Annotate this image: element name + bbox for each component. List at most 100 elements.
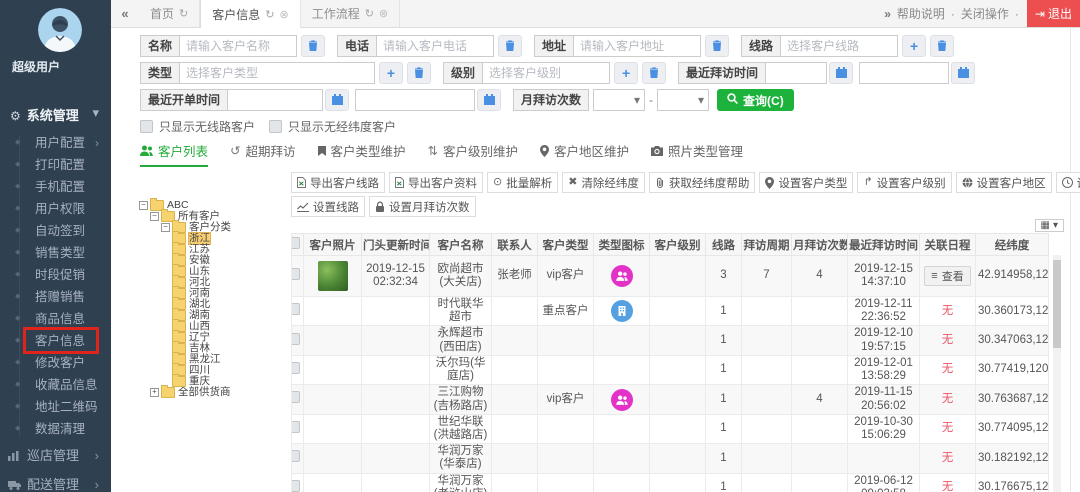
clear-address-button[interactable] (705, 35, 729, 57)
table-scrollbar[interactable] (1053, 255, 1061, 492)
sidebar-item[interactable]: ◆销售类型 (0, 242, 111, 264)
user-profile[interactable]: 超级用户 (0, 0, 111, 75)
monthly-visits-link[interactable] (792, 473, 848, 492)
monthly-visits-link[interactable] (792, 355, 848, 384)
workspace-tab[interactable]: 工作流程↻⊗ (301, 0, 400, 27)
search-button[interactable]: 查询(C) (717, 89, 794, 111)
clear-type-button[interactable] (407, 62, 431, 84)
help-link[interactable]: 帮助说明 (897, 5, 945, 22)
collapse-tabs-icon[interactable]: « (111, 0, 139, 27)
content-tab[interactable]: 照片类型管理 (651, 141, 743, 167)
sidebar-item[interactable]: ◆数据清理 (0, 418, 111, 440)
sidebar-item[interactable]: ◆客户信息 (0, 330, 111, 352)
column-header[interactable]: 最近拜访时间 (848, 234, 920, 256)
last-visit-from-input[interactable] (765, 62, 827, 84)
column-header[interactable]: 月拜访次数 (792, 234, 848, 256)
close-icon[interactable]: ⊗ (379, 7, 388, 20)
toolbar-button[interactable]: 设置客户地区 (956, 172, 1052, 193)
last-order-to-calendar-button[interactable] (477, 89, 501, 111)
workspace-tab[interactable]: 客户信息↻⊗ (200, 0, 300, 28)
tree-node[interactable]: 湖北 (135, 299, 291, 310)
monthly-visits-link[interactable] (792, 444, 848, 473)
table-row[interactable]: 华润万家(华泰店)1无30.182192,121. (292, 444, 1049, 473)
toolbar-button[interactable]: 导出客户线路 (291, 172, 385, 193)
toolbar-button[interactable]: 获取经纬度帮助 (649, 172, 756, 193)
tree-node[interactable]: 山东 (135, 266, 291, 277)
sidebar-item[interactable]: ◆自动签到 (0, 220, 111, 242)
monthly-visits-max-select[interactable]: ▾ (657, 89, 709, 111)
type-input[interactable] (179, 62, 375, 84)
column-header[interactable]: 客户级别 (650, 234, 706, 256)
sidebar-section-system[interactable]: ⚙系统管理 ▾ (0, 89, 111, 132)
tree-node[interactable]: 山西 (135, 321, 291, 332)
column-header[interactable]: 关联日程 (920, 234, 976, 256)
view-schedule-button[interactable]: ≡查看 (924, 266, 970, 286)
row-checkbox[interactable] (292, 450, 301, 462)
sidebar-item[interactable]: ◆搭赠销售 (0, 286, 111, 308)
monthly-visits-link[interactable] (792, 326, 848, 355)
add-type-button[interactable]: + (379, 62, 403, 84)
last-visit-to-calendar-button[interactable] (951, 62, 975, 84)
route-input[interactable] (780, 35, 898, 57)
name-input[interactable] (179, 35, 297, 57)
sidebar-item[interactable]: ◆打印配置 (0, 154, 111, 176)
column-header[interactable]: 经纬度 (976, 234, 1049, 256)
last-order-to-input[interactable] (355, 89, 475, 111)
column-header[interactable]: 拜访周期 (742, 234, 792, 256)
content-tab[interactable]: ⇅客户级别维护 (428, 141, 519, 167)
monthly-visits-link[interactable]: 4 (792, 385, 848, 414)
row-checkbox[interactable] (292, 421, 301, 433)
toolbar-button[interactable]: 设置客户类型 (759, 172, 853, 193)
table-row[interactable]: 永辉超市(西田店)12019-12-10 19:57:15无30.347063,… (292, 326, 1049, 355)
route-count-link[interactable]: 1 (706, 444, 742, 473)
row-checkbox[interactable] (292, 362, 301, 374)
column-header[interactable]: 线路 (706, 234, 742, 256)
refresh-icon[interactable]: ↻ (265, 8, 274, 21)
column-header[interactable]: 类型图标 (594, 234, 650, 256)
add-level-button[interactable]: + (614, 62, 638, 84)
close-icon[interactable]: ⊗ (279, 8, 288, 21)
tree-expander-icon[interactable]: − (150, 212, 159, 221)
sidebar-item[interactable]: ◆修改客户 (0, 352, 111, 374)
toolbar-button[interactable]: ↱设置客户级别 (857, 172, 951, 193)
row-checkbox[interactable] (292, 333, 301, 345)
route-count-link[interactable]: 1 (706, 355, 742, 384)
tree-node[interactable]: 江苏 (135, 244, 291, 255)
select-all-header[interactable] (292, 234, 304, 256)
toolbar-button[interactable]: 设置线路 (291, 196, 365, 217)
last-visit-to-input[interactable] (859, 62, 949, 84)
table-row[interactable]: 2019-12-15 02:32:34欧尚超市(大关店)张老师vip客户3742… (292, 256, 1049, 297)
column-header[interactable]: 门头更新时间 (362, 234, 430, 256)
last-order-from-calendar-button[interactable] (325, 89, 349, 111)
route-count-link[interactable]: 1 (706, 473, 742, 492)
address-input[interactable] (573, 35, 701, 57)
tree-node[interactable]: 河北 (135, 277, 291, 288)
row-checkbox[interactable] (292, 480, 301, 492)
tree-expander-icon[interactable]: − (139, 201, 148, 210)
row-checkbox[interactable] (292, 268, 301, 280)
route-count-link[interactable]: 1 (706, 385, 742, 414)
monthly-visits-link[interactable]: 4 (792, 256, 848, 297)
only-no-route-checkbox[interactable]: 只显示无线路客户 (140, 118, 255, 135)
row-checkbox[interactable] (292, 303, 301, 315)
logout-button[interactable]: ⇥退出 (1027, 0, 1080, 27)
table-row[interactable]: 世纪华联(洪越路店)12019-10-30 15:06:29无30.774095… (292, 414, 1049, 443)
add-route-button[interactable]: + (902, 35, 926, 57)
table-row[interactable]: 三江购物(吉杨路店)vip客户142019-11-15 20:56:02无30.… (292, 385, 1049, 414)
clear-phone-button[interactable] (498, 35, 522, 57)
table-row[interactable]: 时代联华超市重点客户12019-12-11 22:36:52无30.360173… (292, 297, 1049, 326)
workspace-tab[interactable]: 首页↻ (139, 0, 200, 27)
column-config-button[interactable]: ▦▾ (1035, 219, 1064, 232)
sidebar-group[interactable]: 配送管理› (0, 471, 111, 492)
toolbar-button[interactable]: ⊙批量解析 (487, 172, 558, 193)
column-header[interactable]: 客户名称 (430, 234, 492, 256)
sidebar-item[interactable]: ◆用户权限 (0, 198, 111, 220)
only-no-coords-checkbox[interactable]: 只显示无经纬度客户 (269, 118, 396, 135)
toolbar-button[interactable]: 设置月拜访次数 (369, 196, 476, 217)
sidebar-group[interactable]: 巡店管理› (0, 442, 111, 469)
tree-node[interactable]: 河南 (135, 288, 291, 299)
customer-photo[interactable] (318, 261, 348, 291)
tree-expander-icon[interactable]: − (161, 223, 170, 232)
clear-name-button[interactable] (301, 35, 325, 57)
clear-level-button[interactable] (642, 62, 666, 84)
